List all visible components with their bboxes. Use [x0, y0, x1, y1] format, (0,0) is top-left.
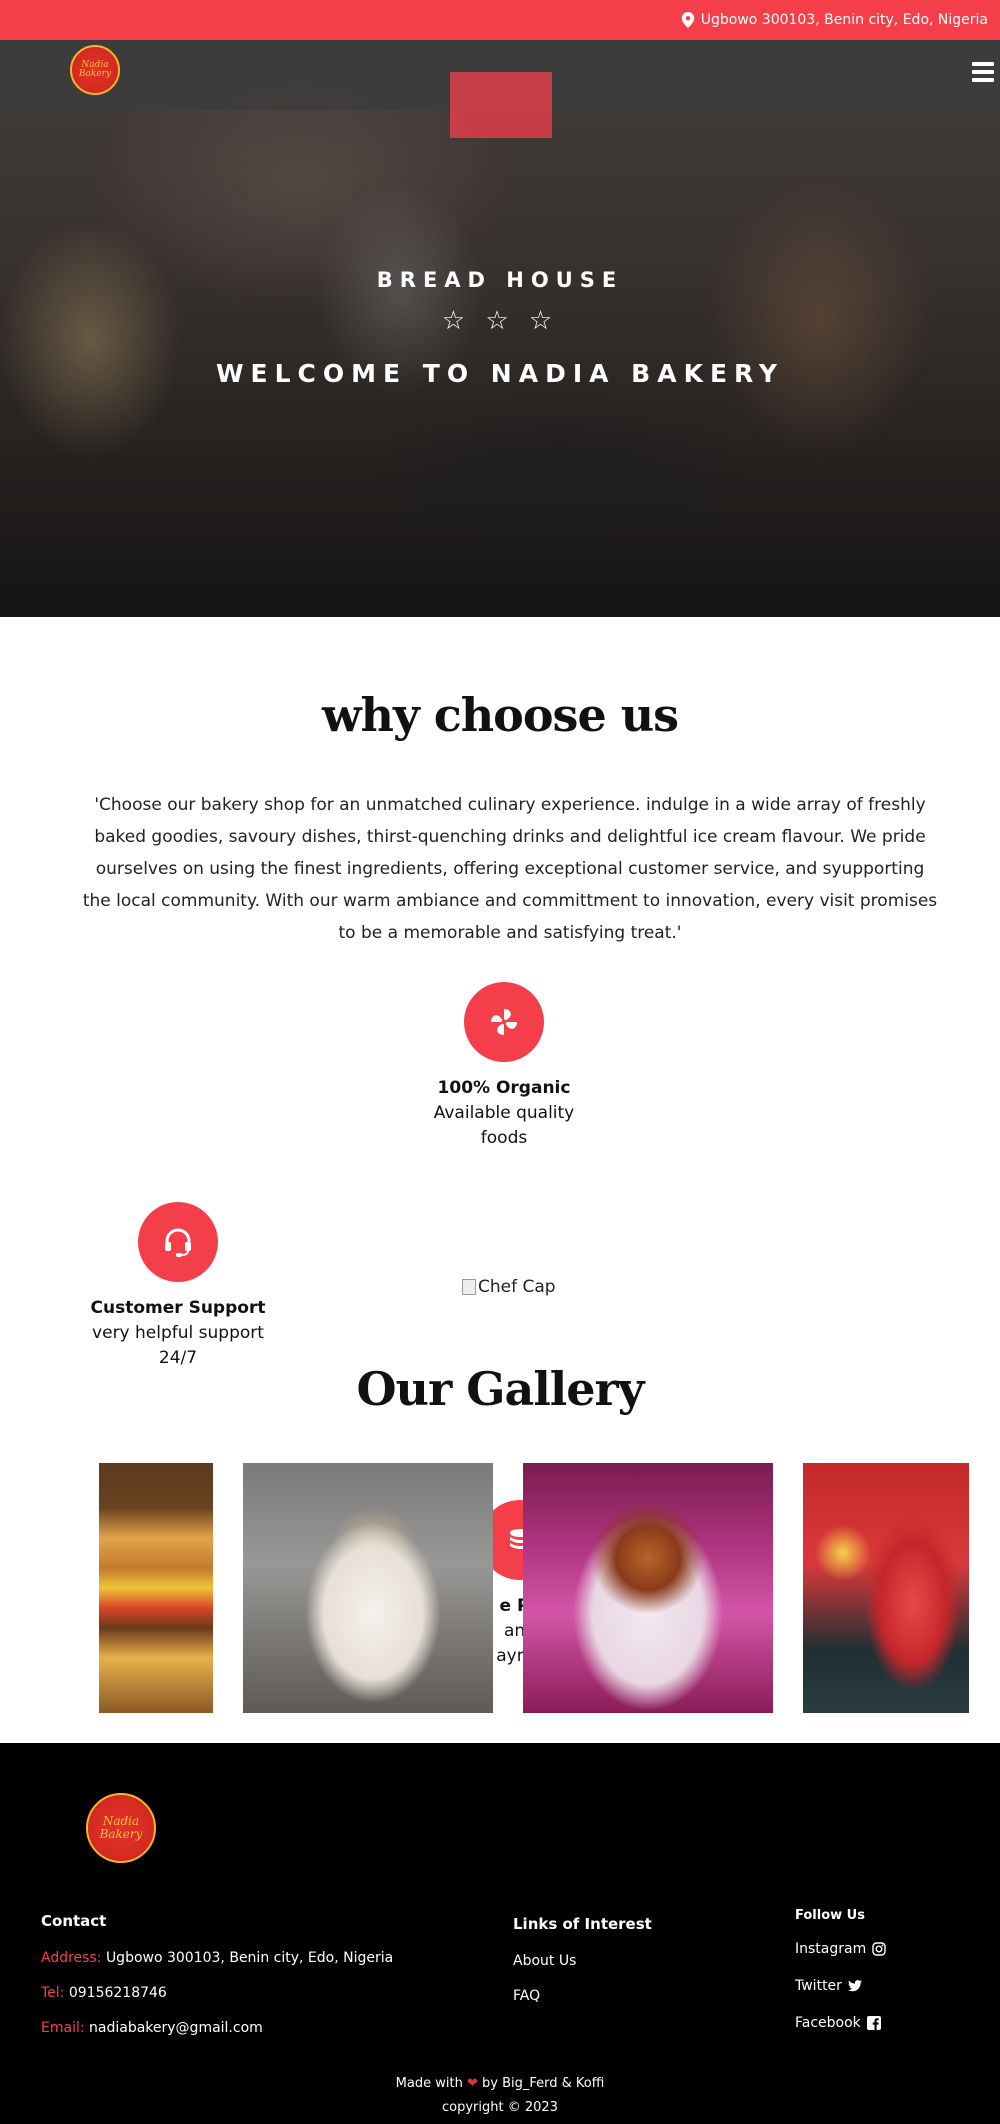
- twitter-icon: [847, 1980, 862, 1992]
- top-bar: Ugbowo 300103, Benin city, Edo, Nigeria: [0, 0, 1000, 40]
- footer-logo[interactable]: Nadia Bakery: [86, 1793, 156, 1863]
- made-by-text: by Big_Ferd & Koffi: [482, 2076, 605, 2091]
- gallery-image-burger[interactable]: [99, 1463, 213, 1713]
- gallery-heading: Our Gallery: [356, 1362, 644, 1416]
- footer-link-faq[interactable]: FAQ: [513, 1988, 540, 2004]
- chef-cap-image: Chef Cap: [462, 1277, 556, 1297]
- map-pin-icon: [681, 12, 694, 28]
- gallery-image-parfait-cups[interactable]: [243, 1463, 493, 1713]
- twitter-label: Twitter: [795, 1978, 842, 1994]
- logo[interactable]: Nadia Bakery: [70, 45, 120, 95]
- footer-tel-label: Tel:: [41, 1985, 65, 2001]
- footer-follow-title: Follow Us: [795, 1908, 865, 1923]
- broken-image-icon: [462, 1279, 476, 1295]
- footer-email-label: Email:: [41, 2020, 85, 2036]
- pinwheel-icon: [491, 1009, 517, 1035]
- feature-support-title: Customer Support: [90, 1298, 266, 1318]
- footer-links-title: Links of Interest: [513, 1915, 652, 1933]
- footer-email: Email: nadiabakery@gmail.com: [41, 2020, 263, 2036]
- footer-social-instagram[interactable]: Instagram: [795, 1941, 886, 1957]
- footer: Nadia Bakery Contact Address: Ugbowo 300…: [0, 1743, 1000, 2124]
- footer-contact-title: Contact: [41, 1912, 107, 1930]
- instagram-label: Instagram: [795, 1941, 867, 1957]
- instagram-icon: [872, 1942, 886, 1956]
- footer-email-value[interactable]: nadiabakery@gmail.com: [89, 2020, 263, 2036]
- feature-organic: 100% Organic Available quality foods: [420, 982, 588, 1151]
- heart-icon: ❤: [466, 2076, 478, 2091]
- gallery-image-parfait-flowers[interactable]: [523, 1463, 773, 1713]
- feature-support: Customer Support very helpful support 24…: [78, 1202, 278, 1371]
- headset-icon: [165, 1228, 191, 1257]
- footer-made-with: Made with ❤ by Big_Ferd & Koffi: [0, 2076, 1000, 2091]
- hero-subtitle: BREAD HOUSE: [376, 268, 624, 292]
- facebook-label: Facebook: [795, 2015, 861, 2031]
- feature-organic-circle: [464, 982, 544, 1062]
- gallery-strip: [99, 1463, 969, 1713]
- page: Ugbowo 300103, Benin city, Edo, Nigeria …: [0, 0, 1000, 2124]
- footer-social-facebook[interactable]: Facebook: [795, 2015, 881, 2031]
- footer-address-label: Address:: [41, 1950, 102, 1966]
- hero-stars: ☆ ☆ ☆: [441, 306, 559, 336]
- facebook-icon: [866, 2016, 881, 2030]
- footer-link-about-us[interactable]: About Us: [513, 1953, 576, 1969]
- gallery-image-juice-bottle[interactable]: [803, 1463, 969, 1713]
- chef-cap-alt-text: Chef Cap: [478, 1277, 556, 1297]
- footer-social-twitter[interactable]: Twitter: [795, 1978, 862, 1994]
- feature-organic-title: 100% Organic: [437, 1078, 571, 1098]
- why-choose-us-heading: why choose us: [321, 688, 679, 742]
- why-choose-us-text: 'Choose our bakery shop for an unmatched…: [82, 795, 938, 943]
- made-with-text: Made with: [395, 2076, 463, 2091]
- footer-tel: Tel: 09156218746: [41, 1985, 167, 2001]
- footer-address: Address: Ugbowo 300103, Benin city, Edo,…: [41, 1950, 393, 1966]
- top-bar-address: Ugbowo 300103, Benin city, Edo, Nigeria: [700, 12, 988, 28]
- hamburger-menu-icon[interactable]: [972, 62, 994, 82]
- footer-copyright: copyright © 2023: [442, 2100, 558, 2115]
- active-nav-highlight: [450, 72, 552, 138]
- footer-tel-value[interactable]: 09156218746: [69, 1985, 167, 2001]
- feature-organic-desc: Available quality foods: [433, 1103, 575, 1148]
- hero-banner: Nadia Bakery BREAD HOUSE ☆ ☆ ☆ WELCOME T…: [0, 40, 1000, 617]
- hero-title: WELCOME TO NADIA BAKERY: [215, 359, 785, 388]
- feature-support-circle: [138, 1202, 218, 1282]
- footer-address-value: Ugbowo 300103, Benin city, Edo, Nigeria: [105, 1950, 394, 1966]
